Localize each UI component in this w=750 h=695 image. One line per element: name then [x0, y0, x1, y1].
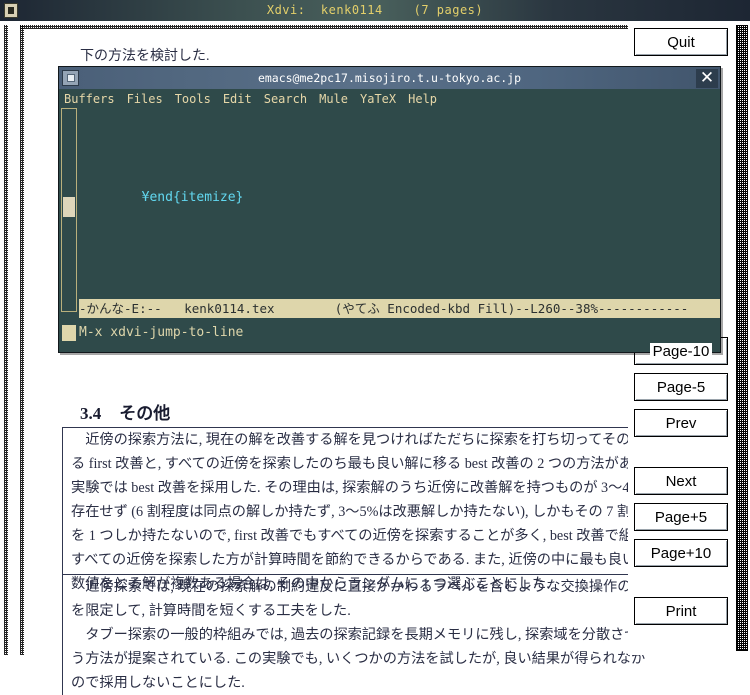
menu-item-yatex[interactable]: YaTeX	[360, 92, 396, 106]
doc-text-line: 近傍の探索方法に, 現在の解を改善する解を見つければただちに探索を打ち切ってその…	[71, 432, 655, 448]
document-paragraph-2: 近傍探索では, 現在の探索解の制約違反に直接かかわるラベルを含むような交換操作の…	[62, 574, 655, 695]
doc-text-line: 近傍探索では, 現在の探索解の制約違反に直接かかわるラベルを含むような交換操作の…	[71, 579, 655, 595]
xdvi-title-text: Xdvi: kenk0114 (7 pages)	[266, 3, 484, 17]
buffer-line: ¥end{itemize}	[79, 188, 720, 208]
page-plus-10-label: Page+10	[647, 544, 715, 562]
menu-item-tools[interactable]: Tools	[175, 92, 211, 106]
next-button[interactable]: Next	[634, 467, 728, 495]
emacs-titlebar[interactable]: emacs@me2pc17.misojiro.t.u-tokyo.ac.jp ✕	[59, 67, 720, 89]
print-button[interactable]: Print	[634, 597, 728, 625]
doc-text-line: 存在せず (6 割程度は同点の解しか持たず, 3〜5%は改悪解しか持たない), …	[71, 504, 655, 520]
prev-button[interactable]: Prev	[634, 409, 728, 437]
page-plus-5-label: Page+5	[651, 508, 711, 526]
page-minus-10-label: Page-10	[649, 342, 713, 360]
doc-text-line: を 1 つしか持たないので, first 改善でもすべての近傍を探索することが多…	[71, 528, 648, 544]
next-button-label: Next	[662, 472, 700, 490]
section-number: 3.4	[80, 404, 102, 423]
document-top-line: 下の方法を検討した.	[80, 49, 210, 64]
document-paragraph-1: 近傍の探索方法に, 現在の解を改善する解を見つければただちに探索を打ち切ってその…	[62, 427, 655, 596]
page-minus-5-button[interactable]: Page-5	[634, 373, 728, 401]
page-border-left-outer	[4, 25, 8, 655]
menu-item-buffers[interactable]: Buffers	[64, 92, 115, 106]
page-minus-5-label: Page-5	[653, 378, 709, 396]
menu-item-edit[interactable]: Edit	[223, 92, 252, 106]
emacs-title-text: emacs@me2pc17.misojiro.t.u-tokyo.ac.jp	[257, 71, 522, 85]
doc-text-line: ので採用しないことにした.	[71, 675, 245, 691]
doc-text-line: すべての近傍を探索した方が計算時間を節約できるからである. また, 近傍の中に最…	[71, 552, 651, 568]
menu-item-search[interactable]: Search	[264, 92, 307, 106]
doc-text-line: う方法が提案されている. この実験でも, いくつかの方法を試したが, 良い結果が…	[71, 651, 646, 667]
emacs-window: emacs@me2pc17.misojiro.t.u-tokyo.ac.jp ✕…	[58, 66, 721, 353]
emacs-minibuffer[interactable]: M-x xdvi-jump-to-line	[59, 322, 720, 344]
menu-item-files[interactable]: Files	[127, 92, 163, 106]
emacs-vertical-scrollbar[interactable]	[61, 108, 77, 312]
quit-button-label: Quit	[664, 33, 698, 51]
emacs-mode-line: -かんな-E:-- kenk0114.tex (やてふ Encoded-kbd …	[79, 299, 720, 318]
document-section-heading: 3.4 その他	[80, 399, 170, 424]
emacs-text-buffer[interactable]: ¥end{itemize} ¥subsection{その他} 近傍の探索方法に,…	[79, 108, 720, 312]
doc-text-line: る first 改善と, すべての近傍を探索したのち最も良い解に移る best …	[71, 456, 633, 472]
xdvi-titlebar: Xdvi: kenk0114 (7 pages)	[0, 0, 750, 21]
doc-text-line: タブー探索の一般的枠組みでは, 過去の探索記録を長期メモリに残し, 探索域を分散…	[71, 627, 653, 643]
page-plus-10-button[interactable]: Page+10	[634, 539, 728, 567]
menu-item-mule[interactable]: Mule	[319, 92, 348, 106]
buffer-line-blank	[79, 268, 720, 288]
menu-item-help[interactable]: Help	[408, 92, 437, 106]
page-plus-5-button[interactable]: Page+5	[634, 503, 728, 531]
emacs-body: ¥end{itemize} ¥subsection{その他} 近傍の探索方法に,…	[59, 108, 720, 352]
tex-command: ¥end	[141, 190, 173, 205]
xdvi-vertical-scrollbar[interactable]	[736, 25, 748, 651]
prev-button-label: Prev	[662, 414, 700, 432]
close-icon[interactable]: ✕	[696, 69, 718, 88]
section-title: その他	[119, 404, 171, 423]
emacs-menubar: Buffers Files Tools Edit Search Mule YaT…	[59, 89, 720, 108]
doc-text-line: 実験では best 改善を採用した. その理由は, 探索解のうち近傍に改善解を持…	[71, 480, 648, 496]
tex-argument: {itemize}	[172, 190, 244, 205]
scrollbar-thumb[interactable]	[63, 197, 75, 217]
print-button-label: Print	[662, 602, 700, 620]
quit-button[interactable]: Quit	[634, 28, 728, 56]
doc-text-line: を限定して, 計算時間を短くする工夫をした.	[71, 603, 351, 619]
